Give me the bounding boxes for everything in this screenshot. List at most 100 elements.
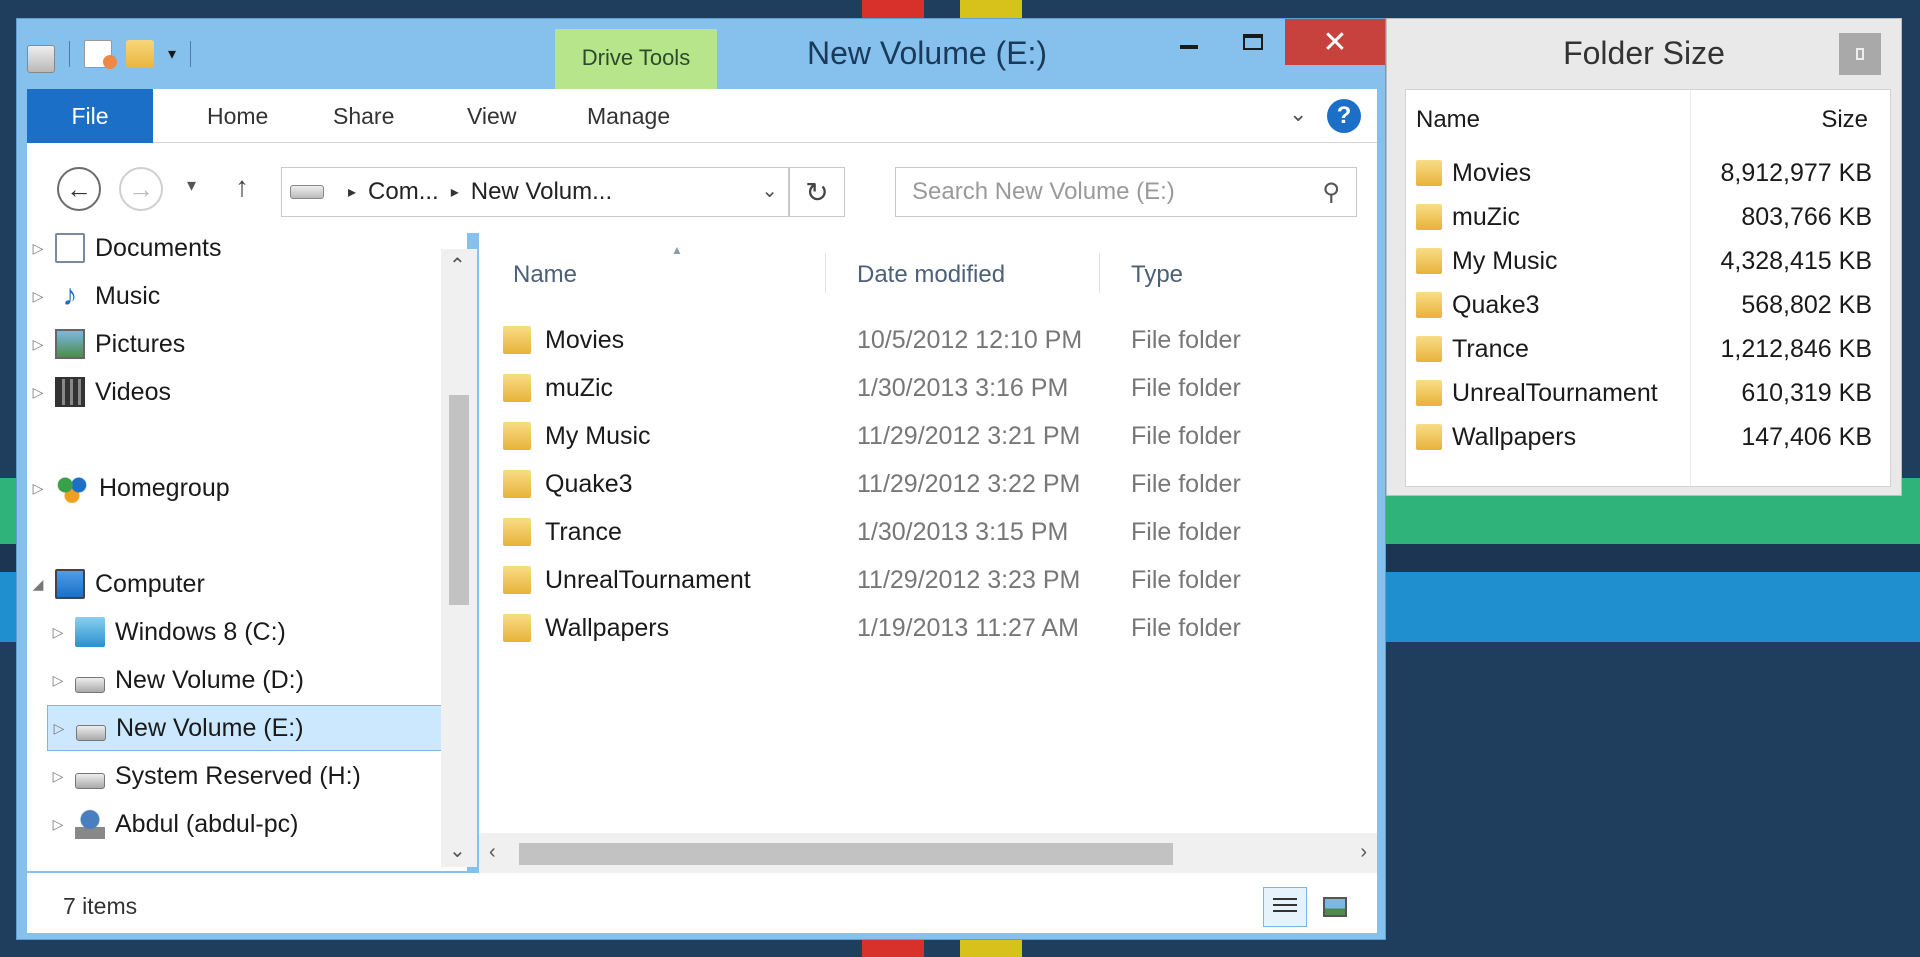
tab-view[interactable]: View — [467, 89, 516, 143]
tab-file[interactable]: File — [27, 89, 153, 143]
address-bar[interactable]: ▸ Com... ▸ New Volum... ⌄ — [281, 167, 789, 217]
scroll-right-icon[interactable]: › — [1360, 841, 1367, 864]
file-row-trance[interactable]: Trance 1/30/2013 3:15 PM File folder — [499, 509, 1359, 555]
nav-item-label: Windows 8 (C:) — [115, 617, 286, 646]
column-header-size[interactable]: Size — [1821, 106, 1868, 134]
file-row-my-music[interactable]: My Music 11/29/2012 3:21 PM File folder — [499, 413, 1359, 459]
forward-arrow-icon: → — [128, 173, 154, 204]
column-divider[interactable] — [825, 253, 826, 293]
up-button[interactable]: ↑ — [235, 171, 249, 203]
tab-manage[interactable]: Manage — [587, 89, 670, 143]
desktop-accent-yellow-bottom — [960, 939, 1022, 957]
nav-item-system-reserved-h[interactable]: ▷ System Reserved (H:) — [47, 753, 467, 799]
tab-home[interactable]: Home — [207, 89, 268, 143]
nav-item-music[interactable]: ▷ ♪ Music — [27, 273, 447, 319]
minimize-button[interactable] — [1157, 19, 1221, 65]
file-list-pane: ▲ Name Date modified Type Movies 10/5/20… — [479, 233, 1377, 833]
file-date: 1/30/2013 3:16 PM — [857, 373, 1069, 402]
folder-icon — [1416, 160, 1442, 186]
file-row-wallpapers[interactable]: Wallpapers 1/19/2013 11:27 AM File folde… — [499, 605, 1359, 651]
expand-arrow-icon[interactable]: ▷ — [47, 624, 69, 641]
breadcrumb-new-volume[interactable]: New Volum... — [471, 178, 612, 206]
expand-arrow-icon[interactable]: ▷ — [47, 768, 69, 785]
column-divider[interactable] — [1099, 253, 1100, 293]
folder-icon — [503, 422, 531, 450]
expand-arrow-icon[interactable]: ▷ — [47, 816, 69, 833]
search-input[interactable] — [912, 178, 1302, 206]
folder-size-row[interactable]: Trance 1,212,846 KB — [1416, 328, 1884, 370]
file-row-quake3[interactable]: Quake3 11/29/2012 3:22 PM File folder — [499, 461, 1359, 507]
nav-item-label: Pictures — [95, 329, 186, 358]
nav-item-homegroup[interactable]: ▷ Homegroup — [27, 465, 447, 511]
nav-item-new-volume-e[interactable]: ▷ New Volume (E:) — [47, 705, 447, 751]
close-button[interactable]: ✕ — [1285, 19, 1385, 65]
expand-arrow-icon[interactable]: ▷ — [47, 672, 69, 689]
nav-item-computer[interactable]: ◢ Computer — [27, 561, 447, 607]
folder-size-row[interactable]: Movies 8,912,977 KB — [1416, 152, 1884, 194]
scroll-up-icon[interactable]: ⌃ — [449, 253, 466, 278]
homegroup-icon — [55, 473, 89, 503]
nav-item-label: Abdul (abdul-pc) — [115, 809, 299, 838]
desktop-accent-red — [862, 0, 924, 18]
address-dropdown-icon[interactable]: ⌄ — [761, 178, 778, 203]
file-row-unrealtournament[interactable]: UnrealTournament 11/29/2012 3:23 PM File… — [499, 557, 1359, 603]
nav-pane-scrollbar[interactable]: ⌃ ⌄ — [441, 249, 477, 867]
folder-size-row[interactable]: Quake3 568,802 KB — [1416, 284, 1884, 326]
drive-icon — [75, 677, 105, 693]
nav-item-documents[interactable]: ▷ Documents — [27, 225, 447, 271]
title-bar[interactable]: ▾ Drive Tools New Volume (E:) ✕ — [17, 19, 1385, 89]
column-header-date-modified[interactable]: Date modified — [857, 261, 1005, 289]
file-list-horizontal-scrollbar[interactable]: ‹ › — [479, 833, 1377, 873]
recent-locations-dropdown[interactable]: ▾ — [187, 175, 196, 196]
nav-item-windows-8-c[interactable]: ▷ Windows 8 (C:) — [47, 609, 467, 655]
nav-item-abdul-pc[interactable]: ▷ Abdul (abdul-pc) — [47, 801, 467, 847]
forward-button[interactable]: → — [119, 167, 163, 211]
column-header-name[interactable]: Name — [513, 261, 577, 289]
details-view-button[interactable] — [1263, 887, 1307, 927]
breadcrumb-computer[interactable]: Com... — [368, 178, 439, 206]
maximize-button[interactable] — [1221, 19, 1285, 65]
navigation-pane: ▷ Documents ▷ ♪ Music ▷ Pictures ▷ Video… — [27, 233, 467, 871]
refresh-button[interactable]: ↻ — [789, 167, 845, 217]
search-icon[interactable]: ⚲ — [1322, 178, 1340, 207]
nav-item-label: New Volume (D:) — [115, 665, 304, 694]
nav-item-new-volume-d[interactable]: ▷ New Volume (D:) — [47, 657, 467, 703]
expand-arrow-icon[interactable]: ▷ — [27, 240, 49, 257]
column-header-name[interactable]: Name — [1416, 106, 1480, 134]
expand-arrow-icon[interactable]: ▷ — [27, 288, 49, 305]
nav-item-pictures[interactable]: ▷ Pictures — [27, 321, 447, 367]
search-box[interactable]: ⚲ — [895, 167, 1357, 217]
folder-icon — [1416, 204, 1442, 230]
expand-ribbon-icon[interactable]: ⌄ — [1289, 101, 1307, 127]
nav-item-videos[interactable]: ▷ Videos — [27, 369, 447, 415]
expand-arrow-icon[interactable]: ▷ — [48, 720, 70, 737]
column-header-type[interactable]: Type — [1131, 261, 1183, 289]
breadcrumb-chevron-icon[interactable]: ▸ — [451, 182, 459, 202]
help-icon[interactable]: ? — [1327, 99, 1361, 133]
large-icons-view-button[interactable] — [1313, 887, 1357, 927]
file-row-movies[interactable]: Movies 10/5/2012 12:10 PM File folder — [499, 317, 1359, 363]
scrollbar-thumb[interactable] — [519, 843, 1173, 865]
scrollbar-thumb[interactable] — [449, 395, 469, 605]
folder-size-row[interactable]: My Music 4,328,415 KB — [1416, 240, 1884, 282]
new-folder-icon[interactable] — [126, 40, 154, 68]
collapse-arrow-icon[interactable]: ◢ — [27, 576, 49, 593]
customize-qat-icon[interactable]: ▾ — [168, 44, 176, 64]
expand-arrow-icon[interactable]: ▷ — [27, 480, 49, 497]
scroll-down-icon[interactable]: ⌄ — [449, 838, 466, 863]
drive-icon — [27, 45, 55, 73]
nav-item-label: Homegroup — [99, 473, 230, 502]
folder-size-row[interactable]: muZic 803,766 KB — [1416, 196, 1884, 238]
properties-icon[interactable] — [84, 40, 117, 69]
back-button[interactable]: ← — [57, 167, 101, 211]
file-name: Movies — [545, 325, 625, 354]
expand-arrow-icon[interactable]: ▷ — [27, 384, 49, 401]
expand-arrow-icon[interactable]: ▷ — [27, 336, 49, 353]
folder-size-row[interactable]: Wallpapers 147,406 KB — [1416, 416, 1884, 458]
tab-share[interactable]: Share — [333, 89, 394, 143]
folder-size-row[interactable]: UnrealTournament 610,319 KB — [1416, 372, 1884, 414]
scroll-left-icon[interactable]: ‹ — [489, 841, 496, 864]
folder-size-close-button[interactable] — [1839, 33, 1881, 75]
breadcrumb-chevron-icon[interactable]: ▸ — [348, 182, 356, 202]
file-row-muzic[interactable]: muZic 1/30/2013 3:16 PM File folder — [499, 365, 1359, 411]
